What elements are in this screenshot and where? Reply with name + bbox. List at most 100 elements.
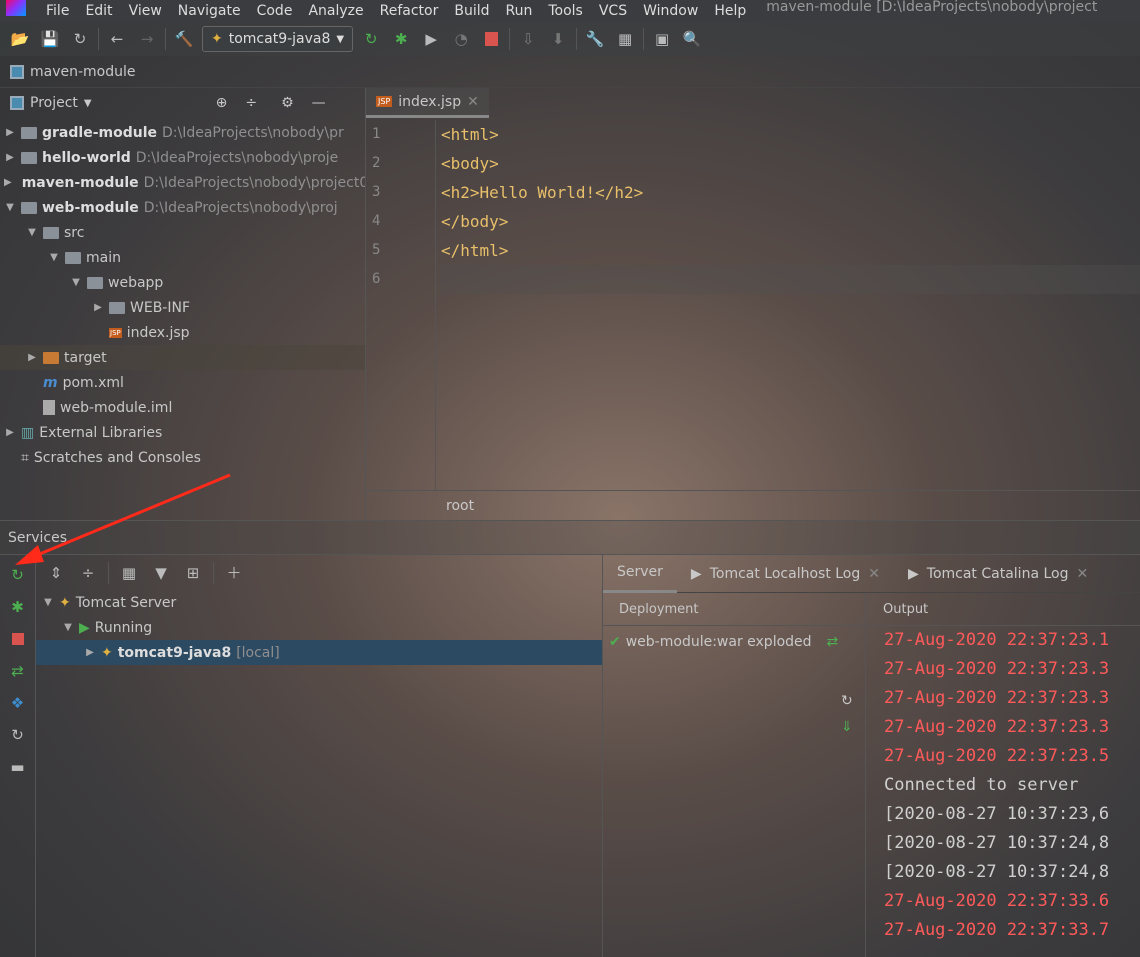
stop-icon[interactable]	[6, 627, 30, 651]
expand-arrow-icon[interactable]: ▶	[4, 177, 12, 188]
tree-item[interactable]: m pom.xml	[0, 370, 365, 395]
menu-refactor[interactable]: Refactor	[380, 3, 439, 19]
tomcat-icon: ✦	[211, 31, 223, 47]
tree-node-running[interactable]: ▼ ▶ Running	[36, 615, 602, 640]
sync-icon[interactable]: ↻	[68, 27, 92, 51]
settings-wrench-icon[interactable]: 🔧	[583, 27, 607, 51]
menu-run[interactable]: Run	[506, 3, 533, 19]
tree-item[interactable]: ▶ WEB-INF	[0, 295, 365, 320]
tree-item-path: D:\IdeaProjects\nobody\proje	[135, 149, 339, 166]
menu-file[interactable]: File	[46, 3, 69, 19]
tree-item-label: maven-module	[21, 174, 139, 191]
tab-server[interactable]: Server	[603, 555, 677, 593]
output-pane[interactable]: Output 27-Aug-2020 22:37:23.1 27-Aug-2020…	[867, 593, 1140, 957]
menu-code[interactable]: Code	[257, 3, 293, 19]
expand-arrow-icon[interactable]: ▶	[92, 302, 104, 313]
menu-analyze[interactable]: Analyze	[308, 3, 363, 19]
line-gutter: 1 2 3 4 5 6	[366, 120, 436, 490]
gear-icon[interactable]: ⚙	[281, 95, 294, 111]
refresh-icon[interactable]: ↻	[841, 693, 853, 709]
refresh-icon[interactable]: ↻	[6, 723, 30, 747]
debug-icon[interactable]: ✱	[389, 27, 413, 51]
code-area[interactable]: <html> <body> <h2>Hello World!</h2> </body>…	[441, 120, 1140, 294]
tree-node-tomcat-server[interactable]: ▼ ✦ Tomcat Server	[36, 590, 602, 615]
stop-icon[interactable]	[479, 27, 503, 51]
vcs-update-icon[interactable]: ⇩	[516, 27, 540, 51]
output-line: [2020-08-27 10:37:24,8	[884, 833, 1110, 853]
rerun-icon[interactable]: ↻	[359, 27, 383, 51]
chevron-down-icon[interactable]: ▼	[84, 98, 92, 109]
tree-item[interactable]: JSP index.jsp	[0, 320, 365, 345]
tree-item[interactable]: ▶ target	[0, 345, 365, 370]
profile-icon[interactable]: ◔	[449, 27, 473, 51]
expand-arrow-icon[interactable]: ▼	[26, 227, 38, 238]
menu-help[interactable]: Help	[714, 3, 746, 19]
forward-icon[interactable]: →	[135, 27, 159, 51]
run-with-coverage-icon[interactable]: ▶	[419, 27, 443, 51]
deploy-icon[interactable]: ⇄	[827, 634, 839, 650]
tab-tomcat-catalina-log[interactable]: ▶ Tomcat Catalina Log ✕	[894, 555, 1102, 593]
output-header: Output	[867, 593, 1140, 626]
expand-arrow-icon[interactable]: ▶	[4, 427, 16, 438]
line-number: 2	[372, 155, 381, 171]
project-view-select[interactable]: Project	[30, 95, 78, 111]
expand-arrow-icon[interactable]: ▶	[4, 127, 16, 138]
deployment-item[interactable]: ✔ web-module:war exploded ⇄	[603, 626, 865, 658]
vcs-commit-icon[interactable]: ⬇	[546, 27, 570, 51]
tab-index-jsp[interactable]: JSP index.jsp ✕	[366, 88, 489, 118]
breadcrumb-module[interactable]: maven-module	[30, 64, 136, 80]
diamond-icon[interactable]: ❖	[6, 691, 30, 715]
folder-icon	[65, 251, 81, 264]
output-line: 27-Aug-2020 22:37:23.3	[884, 659, 1110, 679]
tree-item[interactable]: ▼ main	[0, 245, 365, 270]
expand-arrow-icon[interactable]: ▼	[70, 277, 82, 288]
tab-tomcat-localhost-log[interactable]: ▶ Tomcat Localhost Log ✕	[677, 555, 894, 593]
terminal-icon[interactable]: ▣	[650, 27, 674, 51]
line-number: 1	[372, 126, 381, 142]
menu-build[interactable]: Build	[454, 3, 489, 19]
menu-window[interactable]: Window	[643, 3, 698, 19]
output-line: 27-Aug-2020 22:37:33.6	[884, 891, 1110, 911]
menu-tools[interactable]: Tools	[548, 3, 583, 19]
project-structure-icon[interactable]: ▦	[613, 27, 637, 51]
editor-breadcrumb[interactable]: root	[366, 490, 1140, 520]
menu-navigate[interactable]: Navigate	[178, 3, 241, 19]
open-folder-icon[interactable]: 📂	[8, 27, 32, 51]
close-icon[interactable]: ✕	[868, 566, 880, 582]
tree-item[interactable]: ▼ webapp	[0, 270, 365, 295]
search-icon[interactable]: 🔍	[680, 27, 704, 51]
menu-view[interactable]: View	[129, 3, 162, 19]
tree-item[interactable]: ▼ web-module D:\IdeaProjects\nobody\proj	[0, 195, 365, 220]
tree-item[interactable]: ▶ maven-module D:\IdeaProjects\nobody\proj…	[0, 170, 365, 195]
tree-item[interactable]: ▼ src	[0, 220, 365, 245]
update-download-icon[interactable]: ⇓	[841, 719, 853, 735]
menu-edit[interactable]: Edit	[85, 3, 112, 19]
save-icon[interactable]: 💾	[38, 27, 62, 51]
minimize-icon[interactable]: —	[312, 95, 326, 111]
layout-icon[interactable]: ▬	[6, 755, 30, 779]
tree-item[interactable]: ▶ hello-world D:\IdeaProjects\nobody\proje	[0, 145, 365, 170]
tree-item-label: External Libraries	[39, 424, 163, 441]
deploy-icon[interactable]: ⇄	[6, 659, 30, 683]
collapse-all-icon[interactable]: ÷	[245, 95, 257, 111]
back-icon[interactable]: ←	[105, 27, 129, 51]
build-hammer-icon[interactable]: 🔨	[172, 27, 196, 51]
close-icon[interactable]: ✕	[467, 94, 479, 110]
locate-icon[interactable]: ⊕	[216, 95, 228, 111]
run-configuration-select[interactable]: ✦ tomcat9-java8 ▼	[202, 26, 354, 52]
menu-vcs[interactable]: VCS	[599, 3, 627, 19]
line-number: 3	[372, 184, 381, 200]
expand-arrow-icon[interactable]: ▼	[48, 252, 60, 263]
tree-item[interactable]: ⌗ Scratches and Consoles	[0, 445, 365, 470]
file-icon	[43, 400, 55, 415]
expand-arrow-icon[interactable]: ▶	[26, 352, 38, 363]
close-icon[interactable]: ✕	[1076, 566, 1088, 582]
expand-arrow-icon[interactable]: ▼	[4, 202, 16, 213]
tree-item[interactable]: ▶ gradle-module D:\IdeaProjects\nobody\pr	[0, 120, 365, 145]
tree-node-tomcat9-java8[interactable]: ▶ ✦ tomcat9-java8 [local]	[36, 640, 602, 665]
debug-icon[interactable]: ✱	[6, 595, 30, 619]
tree-item[interactable]: ▶ ▥ External Libraries	[0, 420, 365, 445]
services-side-toolbar: ↻ ✱ ⇄ ❖ ↻ ▬	[0, 555, 36, 957]
expand-arrow-icon[interactable]: ▶	[4, 152, 16, 163]
tree-item[interactable]: web-module.iml	[0, 395, 365, 420]
